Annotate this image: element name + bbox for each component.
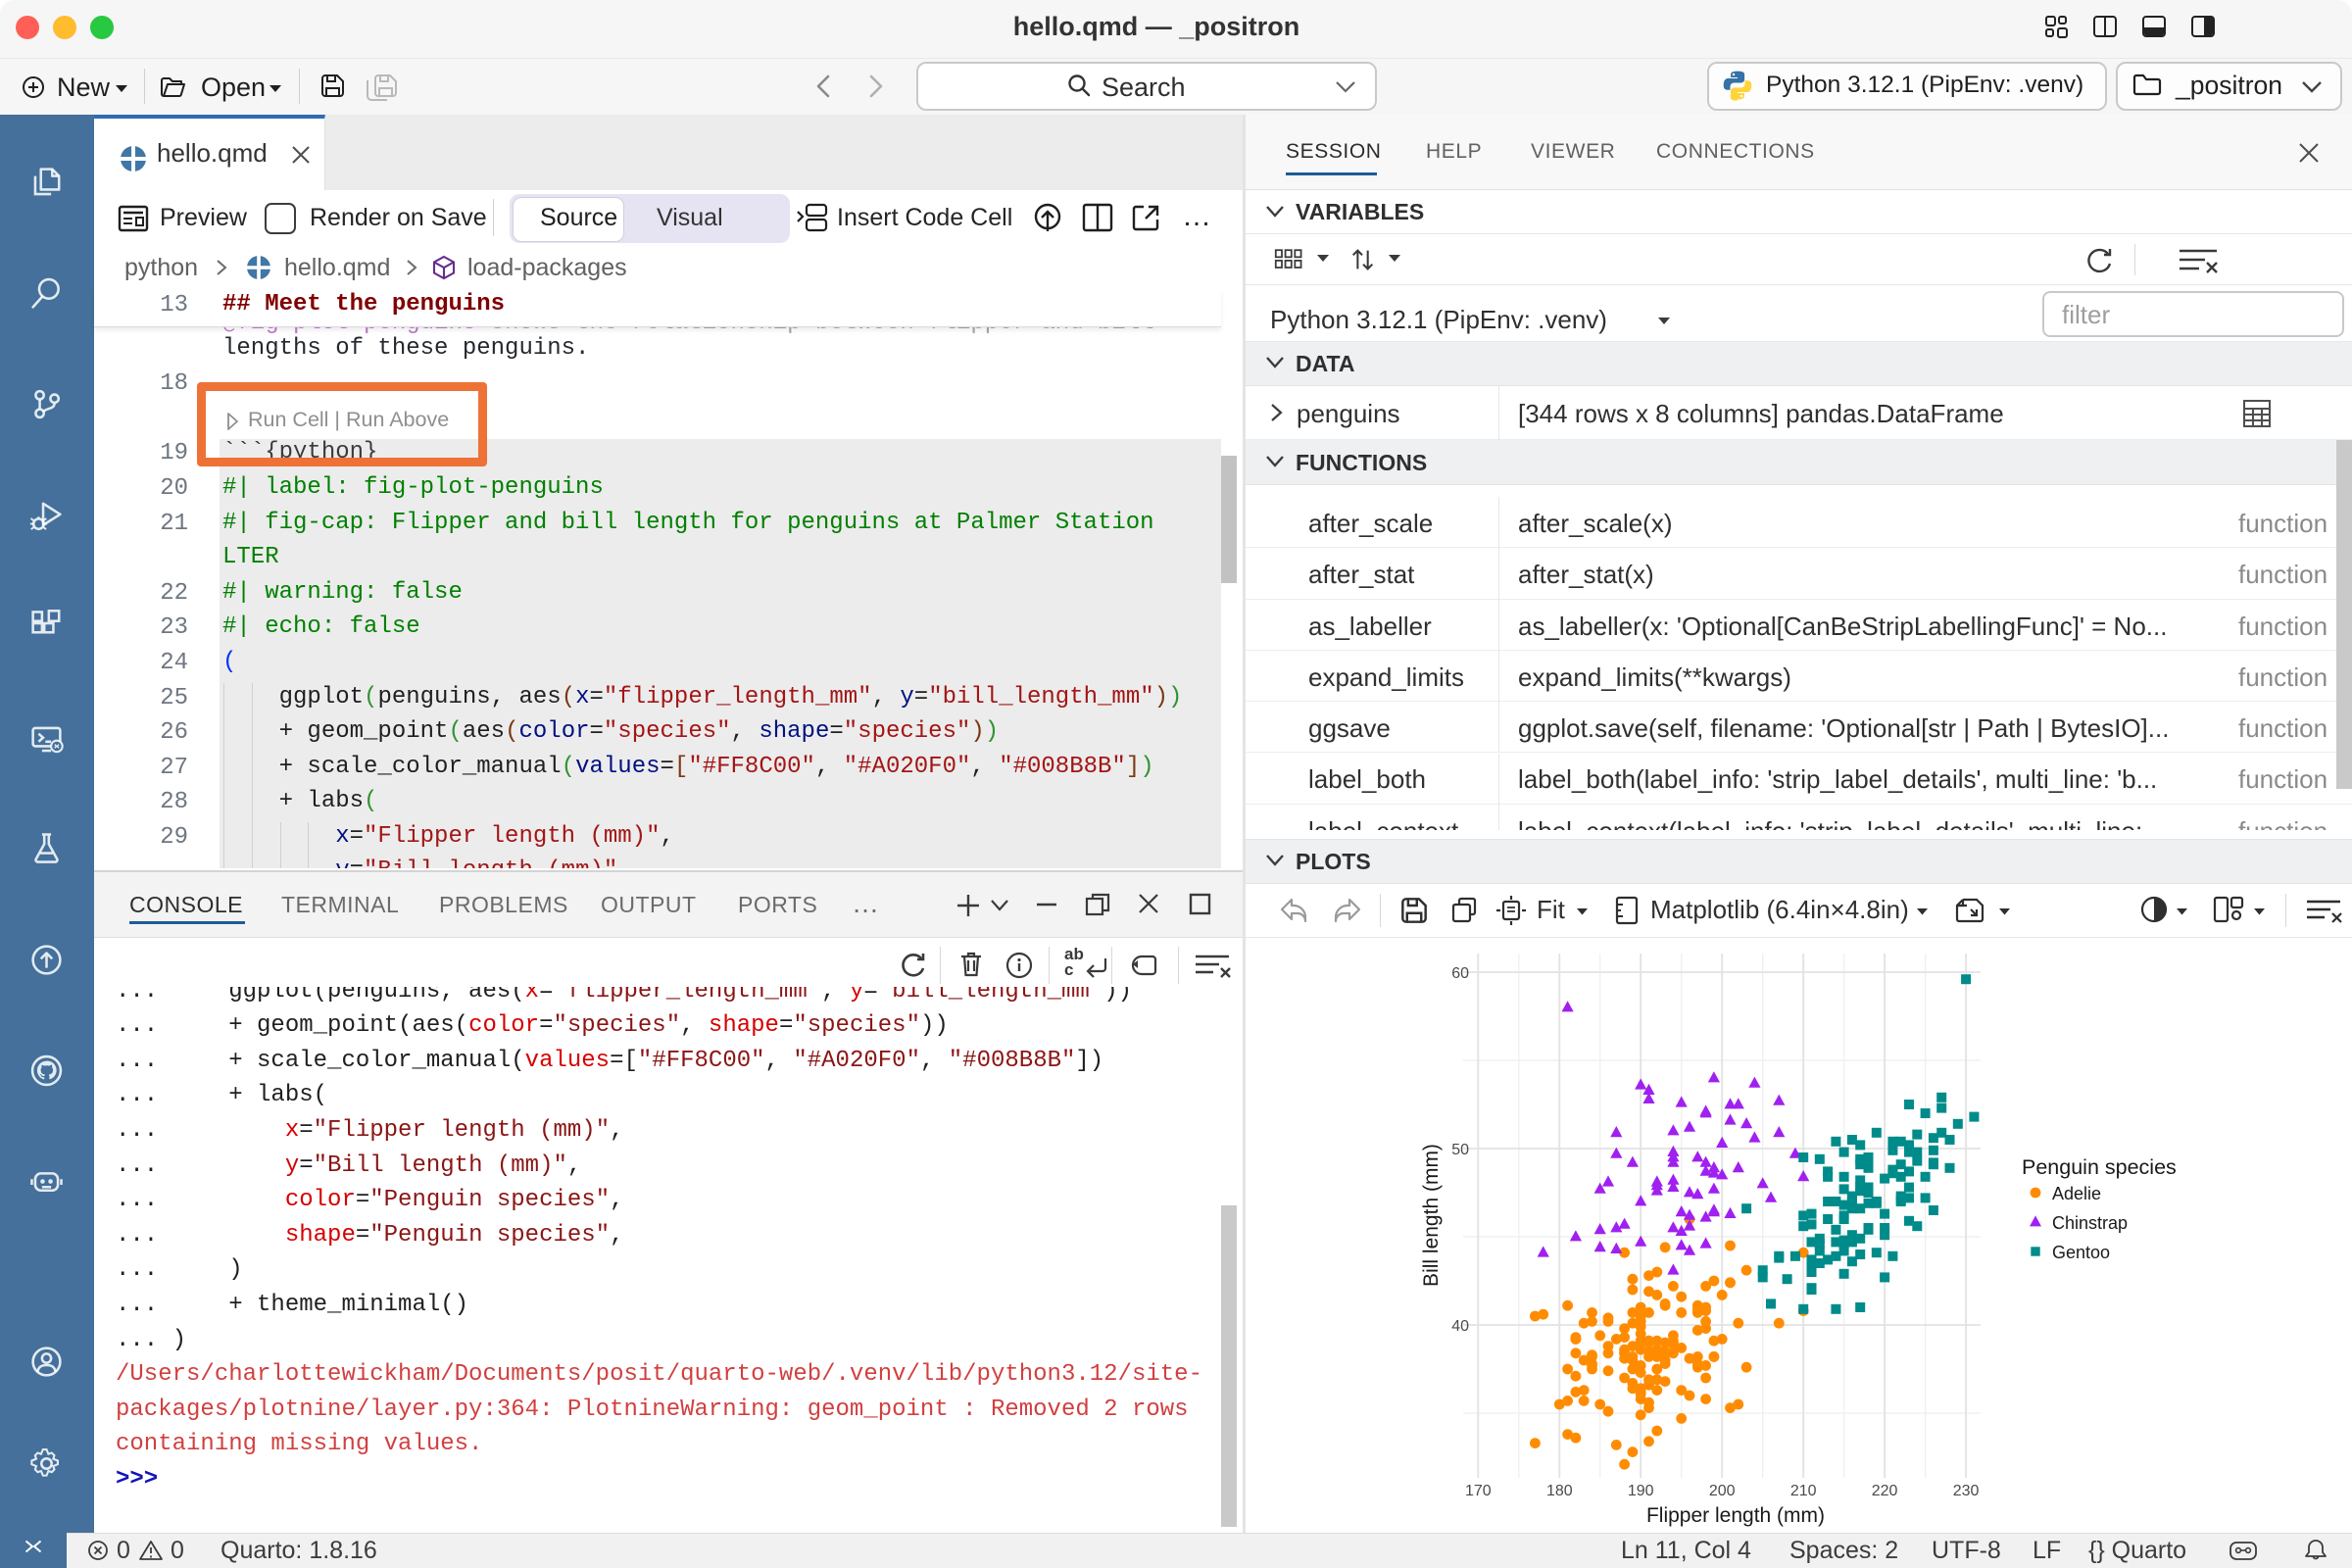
svg-text:180: 180 — [1546, 1483, 1573, 1499]
svg-text:Adelie: Adelie — [2052, 1184, 2101, 1203]
svg-text:200: 200 — [1709, 1483, 1736, 1499]
svg-text:40: 40 — [1451, 1318, 1469, 1335]
svg-text:60: 60 — [1451, 965, 1469, 982]
svg-text:170: 170 — [1465, 1483, 1492, 1499]
svg-text:190: 190 — [1628, 1483, 1654, 1499]
svg-text:50: 50 — [1451, 1142, 1469, 1158]
svg-text:Flipper length (mm): Flipper length (mm) — [1646, 1504, 1825, 1527]
svg-text:230: 230 — [1953, 1483, 1980, 1499]
svg-text:210: 210 — [1790, 1483, 1817, 1499]
svg-text:Penguin species: Penguin species — [2022, 1155, 2177, 1179]
svg-text:Chinstrap: Chinstrap — [2052, 1213, 2128, 1233]
svg-text:Gentoo: Gentoo — [2052, 1243, 2110, 1262]
svg-text:220: 220 — [1872, 1483, 1898, 1499]
svg-text:Bill length (mm): Bill length (mm) — [1420, 1144, 1443, 1287]
